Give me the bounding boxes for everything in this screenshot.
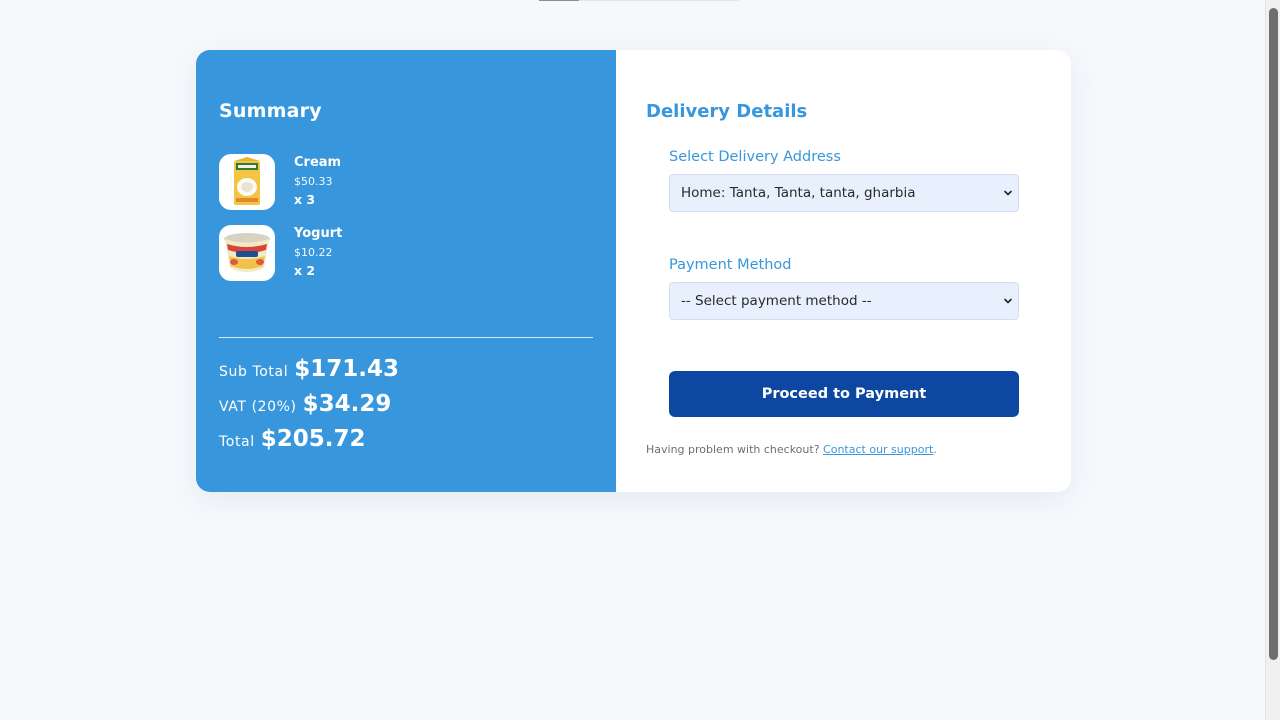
list-item: Yogurt $10.22 x 2 (219, 225, 519, 281)
checkout-card: Summary Cream $50.33 x 3 Yogurt $10.22 x… (196, 50, 1071, 492)
total-label: Total (219, 434, 255, 450)
item-name: Cream (294, 155, 342, 170)
subtotal-label: Sub Total (219, 364, 289, 380)
summary-panel: Summary Cream $50.33 x 3 Yogurt $10.22 x… (196, 50, 616, 492)
cream-carton-image (219, 154, 275, 210)
item-name: Yogurt (294, 226, 343, 241)
scrollbar-thumb[interactable] (1269, 8, 1278, 660)
total-row: Total $205.72 (219, 426, 365, 452)
top-tab-indicator (539, 0, 739, 1)
help-text: Having problem with checkout? (646, 443, 820, 456)
vat-row: VAT (20%) $34.29 (219, 391, 391, 417)
proceed-to-payment-button[interactable]: Proceed to Payment (669, 371, 1019, 417)
item-quantity: x 2 (294, 263, 316, 278)
list-item: Cream $50.33 x 3 (219, 154, 519, 210)
payment-method-select[interactable]: -- Select payment method -- (669, 282, 1019, 320)
contact-support-link[interactable]: Contact our support (823, 443, 933, 456)
subtotal-value: $171.43 (294, 356, 399, 382)
help-suffix: . (933, 443, 937, 456)
summary-title: Summary (219, 100, 322, 122)
details-title: Delivery Details (646, 101, 808, 122)
delivery-details-panel: Delivery Details Select Delivery Address… (616, 50, 1071, 492)
support-help-text: Having problem with checkout? Contact ou… (646, 443, 937, 456)
yogurt-cup-image (219, 225, 275, 281)
vertical-scrollbar[interactable] (1265, 0, 1280, 720)
total-value: $205.72 (260, 426, 366, 452)
summary-divider (219, 337, 593, 338)
vat-value: $34.29 (302, 391, 392, 417)
chevron-down-icon (1004, 190, 1012, 196)
item-price: $50.33 (294, 175, 333, 188)
address-label: Select Delivery Address (669, 149, 841, 165)
chevron-down-icon (1004, 298, 1012, 304)
item-quantity: x 3 (294, 192, 316, 207)
vat-label: VAT (20%) (219, 399, 297, 415)
payment-label: Payment Method (669, 257, 792, 273)
subtotal-row: Sub Total $171.43 (219, 356, 399, 382)
item-price: $10.22 (294, 246, 333, 259)
address-select-value: Home: Tanta, Tanta, tanta, gharbia (681, 185, 916, 201)
address-select[interactable]: Home: Tanta, Tanta, tanta, gharbia (669, 174, 1019, 212)
top-tab-active (539, 0, 579, 1)
payment-select-value: -- Select payment method -- (681, 293, 872, 309)
